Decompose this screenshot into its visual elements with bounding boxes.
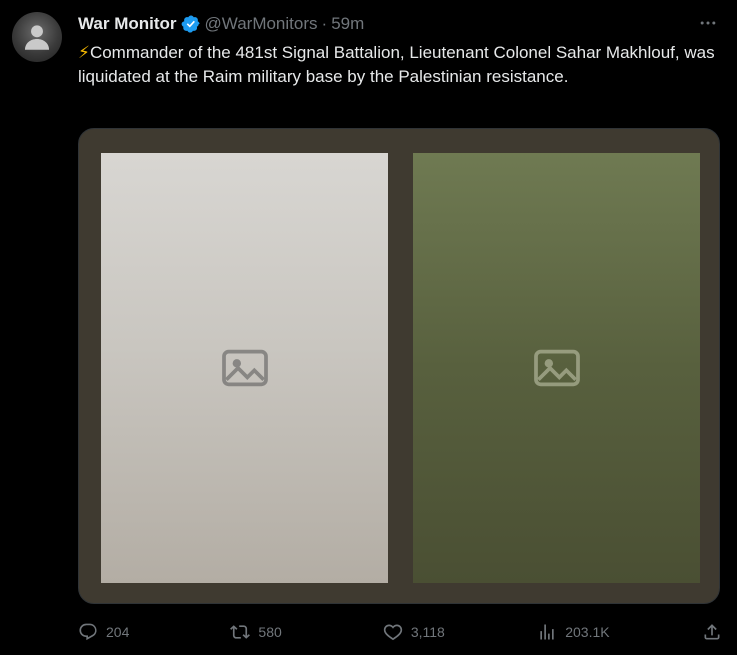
analytics-icon xyxy=(540,624,554,640)
action-bar: 204 580 3,118 203.1K xyxy=(78,618,722,646)
tweet-text: ⚡Commander of the 481st Signal Battalion… xyxy=(78,41,718,89)
more-icon xyxy=(700,21,716,25)
avatar[interactable] xyxy=(12,12,62,62)
retweet-icon xyxy=(230,625,251,639)
reply-count: 204 xyxy=(106,624,130,640)
media-container[interactable] xyxy=(78,128,720,604)
more-options-button[interactable] xyxy=(693,10,723,36)
share-button[interactable] xyxy=(702,622,722,642)
handle[interactable]: @WarMonitors xyxy=(205,14,318,34)
retweet-count: 580 xyxy=(258,624,282,640)
verified-badge-icon[interactable] xyxy=(181,14,201,34)
timestamp[interactable]: 59m xyxy=(331,14,364,34)
photo-right[interactable] xyxy=(413,153,700,583)
like-button[interactable]: 3,118 xyxy=(383,622,445,642)
retweet-button[interactable]: 580 xyxy=(230,622,290,642)
share-icon xyxy=(704,624,720,640)
view-count: 203.1K xyxy=(565,624,610,640)
lightning-emoji: ⚡ xyxy=(78,43,90,62)
tweet[interactable]: War Monitor @WarMonitors · 59m ⚡Commande… xyxy=(0,0,737,655)
reply-icon xyxy=(79,623,97,641)
profile-avatar-icon xyxy=(24,25,50,50)
display-name[interactable]: War Monitor xyxy=(78,14,177,34)
views-button[interactable]: 203.1K xyxy=(537,622,610,642)
tweet-body: Commander of the 481st Signal Battalion,… xyxy=(78,43,715,86)
like-count: 3,118 xyxy=(410,624,445,640)
image-icon xyxy=(221,349,268,387)
heart-icon xyxy=(383,624,402,641)
image-icon xyxy=(533,349,580,387)
reply-button[interactable]: 204 xyxy=(78,622,138,642)
separator-dot: · xyxy=(321,14,328,33)
photo-left[interactable] xyxy=(101,153,388,583)
tweet-header: War Monitor @WarMonitors · 59m xyxy=(78,12,364,36)
